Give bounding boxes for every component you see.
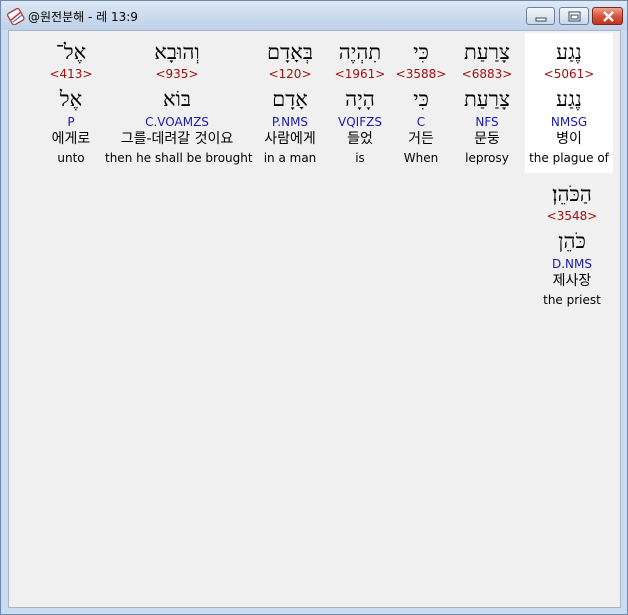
title-bar[interactable]: @원전분해 - 레 13:9 [1,1,627,30]
hebrew-inflected: הַכֹּהֵן׃ [552,182,592,206]
morphology-code: P [67,115,75,129]
hebrew-inflected: וְהוּבָא [154,40,200,64]
english-gloss: When [403,151,439,165]
maximize-button[interactable] [559,7,589,25]
hebrew-inflected: אֶל־ [55,40,87,64]
korean-gloss: 병이 [556,131,582,147]
english-gloss: is [355,151,365,165]
word-block[interactable]: כִּי <3588> כִּי C 거든 When [395,33,447,173]
hebrew-lemma: בּוֹא [162,87,192,111]
korean-gloss: 에게로 [51,131,91,147]
minimize-icon [535,17,547,22]
maximize-icon [568,11,581,22]
korean-gloss: 문둥 [474,131,500,147]
close-icon [603,11,614,22]
verse-analysis-panel: נֶגַע <5061> נֶגַע NMSG 병이 the plague of… [8,30,621,608]
morphology-code: D.NMS [551,257,592,271]
minimize-button[interactable] [526,7,555,25]
english-gloss: then he shall be brought [105,151,253,165]
hebrew-lemma: הָיָה [345,87,375,111]
hebrew-inflected: צָרַעַת [463,40,510,64]
strong-number[interactable]: <1961> [329,67,391,81]
morphology-code: P.NMS [271,115,309,129]
korean-gloss: 사람에게 [264,131,316,147]
hebrew-lemma: כִּי [413,87,429,111]
hebrew-inflected: נֶגַע [556,40,582,64]
hebrew-lemma: צָרַעַת [463,87,510,111]
hebrew-lemma: אֶל [59,87,83,111]
morphology-code: C.VOAMZS [145,115,209,129]
hebrew-lemma: כֹּהֵן [558,229,586,253]
strong-number[interactable]: <935> [105,67,249,81]
word-block[interactable]: הַכֹּהֵן׃ <3548> כֹּהֵן D.NMS 제사장 the pr… [531,175,613,315]
english-gloss: leprosy [465,151,509,165]
strong-number[interactable]: <413> [43,67,99,81]
strong-number[interactable]: <5061> [525,67,613,81]
hebrew-lemma: אָדָם [272,87,308,111]
strong-number[interactable]: <3588> [395,67,447,81]
strong-number[interactable]: <3548> [531,209,613,223]
word-block[interactable]: צָרַעַת <6883> צָרַעַת NFS 문둥 leprosy [454,33,520,173]
app-window: @원전분해 - 레 13:9 נֶגַע <5061> נֶגַע NMSG 병… [0,0,628,615]
korean-gloss: 거든 [408,131,434,147]
morphology-code: NMSG [550,115,588,129]
morphology-code: NFS [475,115,499,129]
strong-number[interactable]: <6883> [454,67,520,81]
hebrew-inflected: תִהְיֶה [338,40,382,64]
english-gloss: the priest [543,293,601,307]
english-gloss: in a man [263,151,317,165]
close-button[interactable] [592,7,623,25]
word-block[interactable]: בְּאָדָם <120> אָדָם P.NMS 사람에게 in a man [253,33,327,173]
hebrew-inflected: כִּי [413,40,429,64]
morphology-code: C [416,115,426,129]
window-title: @원전분해 - 레 13:9 [28,10,138,24]
korean-gloss: 제사장 [552,273,592,289]
app-icon [7,7,25,26]
hebrew-lemma: נֶגַע [556,87,582,111]
word-block[interactable]: וְהוּבָא <935> בּוֹא C.VOAMZS 그를-데려갈 것이요… [105,33,253,173]
hebrew-inflected: בְּאָדָם [267,40,313,64]
korean-gloss: 그를-데려갈 것이요 [120,131,234,147]
word-block[interactable]: נֶגַע <5061> נֶגַע NMSG 병이 the plague of [525,33,613,173]
morphology-code: VQIFZS [338,115,382,129]
word-block[interactable]: תִהְיֶה <1961> הָיָה VQIFZS 들었 is [329,33,391,173]
strong-number[interactable]: <120> [253,67,327,81]
english-gloss: the plague of [529,151,609,165]
word-block[interactable]: אֶל־ <413> אֶל P 에게로 unto [43,33,99,173]
korean-gloss: 들었 [347,131,373,147]
english-gloss: unto [57,151,85,165]
